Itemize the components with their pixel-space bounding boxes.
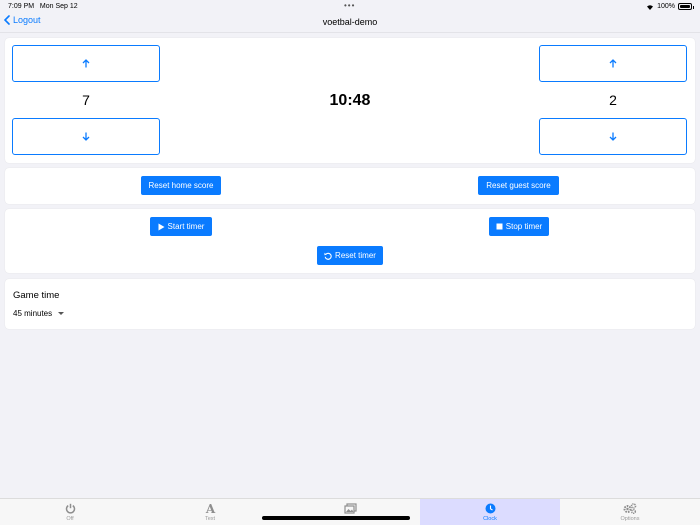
- game-time-select[interactable]: 45 minutes: [13, 309, 65, 318]
- home-score-down-button[interactable]: [12, 118, 160, 155]
- arrow-up-icon: [609, 59, 617, 68]
- tab-bar: Off A Text Clock Options: [0, 498, 700, 525]
- undo-icon: [324, 252, 332, 260]
- game-time-card: Game time 45 minutes: [5, 279, 695, 329]
- battery-percent: 100%: [657, 3, 675, 10]
- stop-icon: [496, 223, 503, 230]
- text-icon: A: [205, 503, 216, 514]
- arrow-down-icon: [82, 132, 90, 141]
- stop-timer-label: Stop timer: [505, 222, 543, 231]
- svg-text:A: A: [205, 503, 216, 514]
- game-time-label: Game time: [13, 290, 60, 301]
- multitasking-dots[interactable]: •••: [344, 1, 355, 10]
- power-icon: [65, 503, 75, 514]
- tab-images[interactable]: [280, 499, 420, 525]
- tab-off-label: Off: [66, 516, 74, 522]
- guest-score-down-button[interactable]: [539, 118, 687, 155]
- start-timer-button[interactable]: Start timer: [150, 217, 212, 236]
- status-bar: 7:09 PM Mon Sep 12 ••• 100%: [0, 0, 700, 13]
- battery-icon: [678, 3, 694, 10]
- tab-options-label: Options: [620, 516, 640, 522]
- images-icon: [343, 503, 357, 514]
- gears-icon: [623, 503, 637, 514]
- tab-clock-label: Clock: [483, 516, 497, 522]
- guest-score-up-button[interactable]: [539, 45, 687, 82]
- nav-divider: [0, 32, 700, 33]
- status-right: 100%: [646, 3, 694, 10]
- tab-text-label: Text: [204, 516, 216, 522]
- reset-scores-card: Reset home score Reset guest score: [5, 168, 695, 204]
- start-timer-label: Start timer: [167, 222, 205, 231]
- arrow-up-icon: [82, 59, 90, 68]
- guest-score: 2: [609, 92, 617, 108]
- home-score-up-button[interactable]: [12, 45, 160, 82]
- game-time-value: 45 minutes: [13, 309, 53, 318]
- reset-timer-label: Reset timer: [335, 251, 376, 260]
- scoreboard-card: 7 10:48 2: [5, 38, 695, 163]
- reset-guest-score-button[interactable]: Reset guest score: [478, 176, 559, 195]
- stop-timer-button[interactable]: Stop timer: [489, 217, 549, 236]
- wifi-icon: [647, 4, 654, 10]
- timer-card: Start timer Stop timer Reset timer: [5, 209, 695, 273]
- tab-clock[interactable]: Clock: [420, 499, 560, 525]
- nav-bar: Logout voetbal-demo: [0, 13, 700, 32]
- tab-off[interactable]: Off: [0, 499, 140, 525]
- reset-timer-button[interactable]: Reset timer: [317, 246, 383, 265]
- caret-down-icon: [58, 312, 65, 315]
- tab-options[interactable]: Options: [560, 499, 700, 525]
- play-icon: [158, 223, 165, 230]
- reset-home-score-button[interactable]: Reset home score: [141, 176, 221, 195]
- arrow-down-icon: [609, 132, 617, 141]
- status-time-date: 7:09 PM Mon Sep 12: [8, 3, 78, 10]
- clock-icon: [485, 503, 495, 514]
- home-indicator[interactable]: [262, 516, 410, 520]
- page-title: voetbal-demo: [322, 17, 378, 27]
- tab-text[interactable]: A Text: [140, 499, 280, 525]
